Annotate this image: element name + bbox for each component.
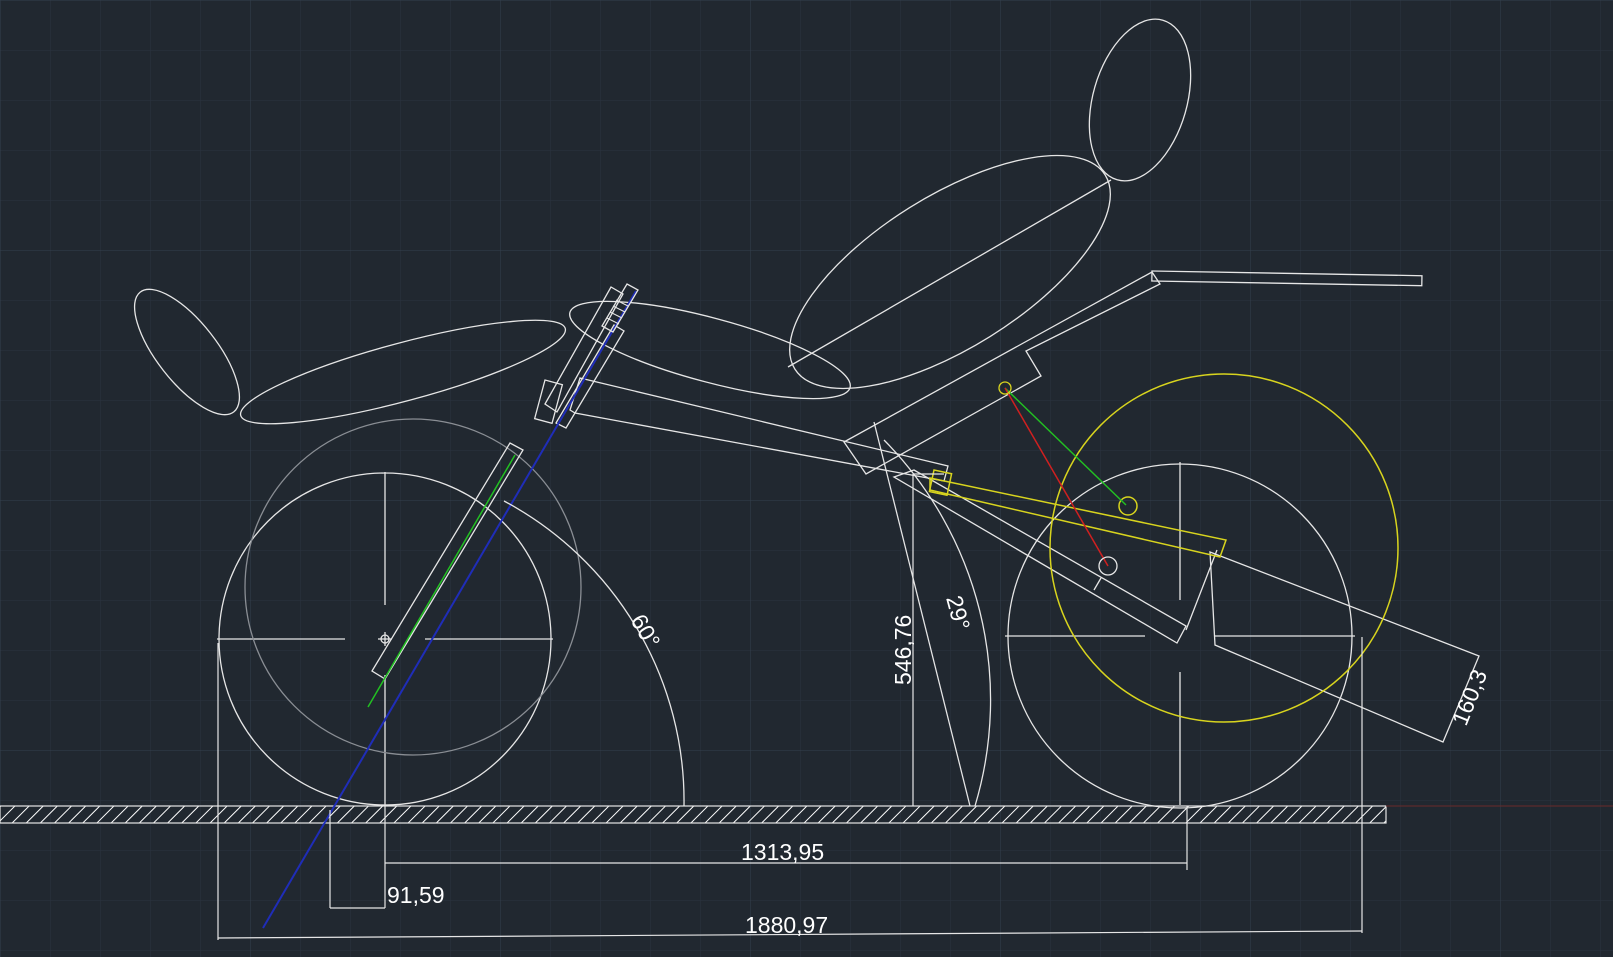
overall-length-dimension[interactable]: 1880,97 [745,912,828,938]
seat-height-dimension[interactable]: 546,76 [890,615,916,685]
trail-dimension[interactable]: 91,59 [387,882,445,908]
wheelbase-dimension[interactable]: 1313,95 [741,839,824,865]
cad-drawing-canvas[interactable]: 1313,95 91,59 1880,97 546,76 60° 29° 160… [0,0,1613,957]
ground-line [0,805,1613,824]
